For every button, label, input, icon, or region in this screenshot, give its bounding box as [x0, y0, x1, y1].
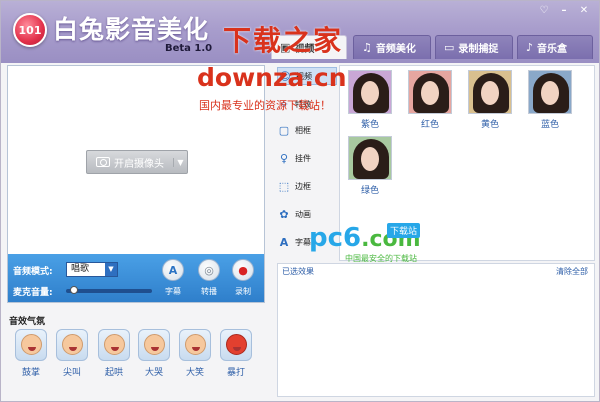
tab-label: 音频美化 — [375, 44, 416, 55]
cry-icon — [138, 329, 170, 361]
pendant-icon: ♀ — [279, 151, 289, 165]
clear-all-link[interactable]: 清除全部 — [556, 266, 588, 277]
angry-face-icon — [220, 329, 252, 361]
slider-thumb[interactable] — [70, 286, 78, 294]
relay-button[interactable]: ◎ — [198, 259, 220, 281]
effect-label: 尖叫 — [62, 368, 81, 378]
filter-green[interactable]: 绿色 — [348, 136, 392, 196]
record-label: 录制 — [235, 287, 251, 296]
effect-label: 起哄 — [104, 368, 123, 378]
selected-effects-title: 已选效果 — [282, 267, 314, 276]
record-icon: ▭ — [444, 41, 455, 54]
effect-applause[interactable]: 鼓掌 — [13, 329, 49, 378]
pc6-watermark: pc6.com 下载站 中国最安全的下载站 — [309, 223, 421, 264]
text-a-icon: A — [279, 235, 289, 249]
applause-icon — [15, 329, 47, 361]
filter-label: 黄色 — [480, 120, 499, 130]
chevron-down-icon[interactable]: ▼ — [173, 157, 187, 167]
subtitle-label: 字幕 — [165, 287, 181, 296]
app-title: 白兔影音美化 — [53, 15, 210, 44]
app-logo: 101 — [13, 13, 47, 47]
relay-label: 转播 — [201, 287, 217, 296]
audio-mode-label: 音频模式: — [13, 267, 53, 277]
watermark-slogan: 国内最专业的资源下载站！ — [199, 99, 331, 112]
effect-label: 鼓掌 — [21, 368, 40, 378]
relay-icon: ◎ — [204, 263, 214, 277]
filter-label: 蓝色 — [540, 120, 559, 130]
mic-volume-label: 麦克音量: — [13, 288, 53, 298]
music-note-icon: ♪ — [526, 41, 534, 54]
filter-preview — [408, 70, 452, 114]
filter-preview — [528, 70, 572, 114]
nav-item-frame[interactable]: ▢ 相框 — [277, 121, 337, 139]
laugh-icon — [179, 329, 211, 361]
open-camera-button[interactable]: 开启摄像头 ▼ — [86, 150, 188, 174]
camera-button-label: 开启摄像头 — [114, 158, 164, 170]
tab-label: 录制捕捉 — [458, 44, 499, 55]
pc6-brand: pc6 — [309, 223, 362, 253]
effect-label: 大哭 — [144, 368, 163, 378]
boo-icon — [98, 329, 130, 361]
selected-effects-panel: 已选效果 清除全部 — [277, 263, 595, 397]
effect-boo[interactable]: 起哄 — [96, 329, 132, 378]
effect-cry[interactable]: 大哭 — [136, 329, 172, 378]
border-icon: ⬚ — [278, 179, 290, 193]
filter-label: 绿色 — [360, 186, 379, 196]
tab-music-box[interactable]: ♪ 音乐盒 — [517, 35, 593, 59]
pc6-slogan: 中国最安全的下载站 — [345, 254, 417, 263]
effects-title: 音效气氛 — [9, 317, 46, 327]
window-controls: ♡ – ✕ — [537, 5, 591, 17]
nav-item-pendant[interactable]: ♀ 挂件 — [277, 149, 337, 167]
tab-record-capture[interactable]: ▭ 录制捕捉 — [435, 35, 513, 59]
tab-label: 音乐盒 — [537, 44, 568, 55]
app-version: Beta 1.0 — [165, 43, 213, 54]
subtitle-button[interactable]: A — [162, 259, 184, 281]
watermark-url: downza.cn — [197, 63, 347, 92]
minimize-icon[interactable]: – — [557, 5, 571, 17]
subtitle-a-icon: A — [168, 263, 178, 277]
filter-preview — [348, 70, 392, 114]
effect-laugh[interactable]: 大笑 — [177, 329, 213, 378]
effect-beat[interactable]: 暴打 — [218, 329, 254, 378]
filter-preview — [348, 136, 392, 180]
scream-icon — [56, 329, 88, 361]
filter-label: 红色 — [420, 120, 439, 130]
chevron-down-icon: ▼ — [105, 263, 117, 276]
nav-label: 动画 — [295, 209, 311, 219]
skin-icon[interactable]: ♡ — [537, 5, 551, 17]
filter-yellow[interactable]: 黄色 — [468, 70, 512, 130]
nav-label: 边框 — [295, 181, 311, 191]
camera-button-main[interactable]: 开启摄像头 — [87, 155, 173, 170]
audio-mode-select[interactable]: 唱歌 ▼ — [66, 262, 118, 277]
nav-label: 相框 — [295, 125, 311, 135]
nav-label: 挂件 — [295, 153, 311, 163]
nav-item-animation[interactable]: ✿ 动画 — [277, 205, 337, 223]
control-bar: 音频模式: 唱歌 ▼ 麦克音量: A 字幕 ◎ 转播 ● 录制 — [8, 254, 264, 302]
effect-scream[interactable]: 尖叫 — [54, 329, 90, 378]
filter-red[interactable]: 红色 — [408, 70, 452, 130]
effect-label: 暴打 — [226, 368, 245, 378]
headphones-icon: ♫ — [362, 41, 372, 54]
nav-item-border[interactable]: ⬚ 边框 — [277, 177, 337, 195]
app-window: 101 白兔影音美化 Beta 1.0 ♡ – ✕ ▣ 视频 ♫ 音频美化 ▭ … — [0, 0, 600, 402]
record-dot-icon: ● — [238, 263, 248, 277]
frame-icon: ▢ — [278, 123, 290, 137]
audio-mode-value: 唱歌 — [71, 264, 90, 274]
tab-audio-beautify[interactable]: ♫ 音频美化 — [353, 35, 431, 59]
mic-volume-slider[interactable] — [66, 286, 152, 294]
record-button[interactable]: ● — [232, 259, 254, 281]
filter-purple[interactable]: 紫色 — [348, 70, 392, 130]
effect-label: 大笑 — [185, 368, 204, 378]
filter-preview — [468, 70, 512, 114]
pc6-badge: 下载站 — [387, 223, 421, 238]
filter-label: 紫色 — [360, 120, 379, 130]
camera-icon — [96, 157, 110, 167]
film-reel-icon: ✿ — [279, 207, 289, 221]
close-icon[interactable]: ✕ — [577, 5, 591, 17]
watermark-title: 下载之家 — [223, 24, 344, 57]
filter-blue[interactable]: 蓝色 — [528, 70, 572, 130]
